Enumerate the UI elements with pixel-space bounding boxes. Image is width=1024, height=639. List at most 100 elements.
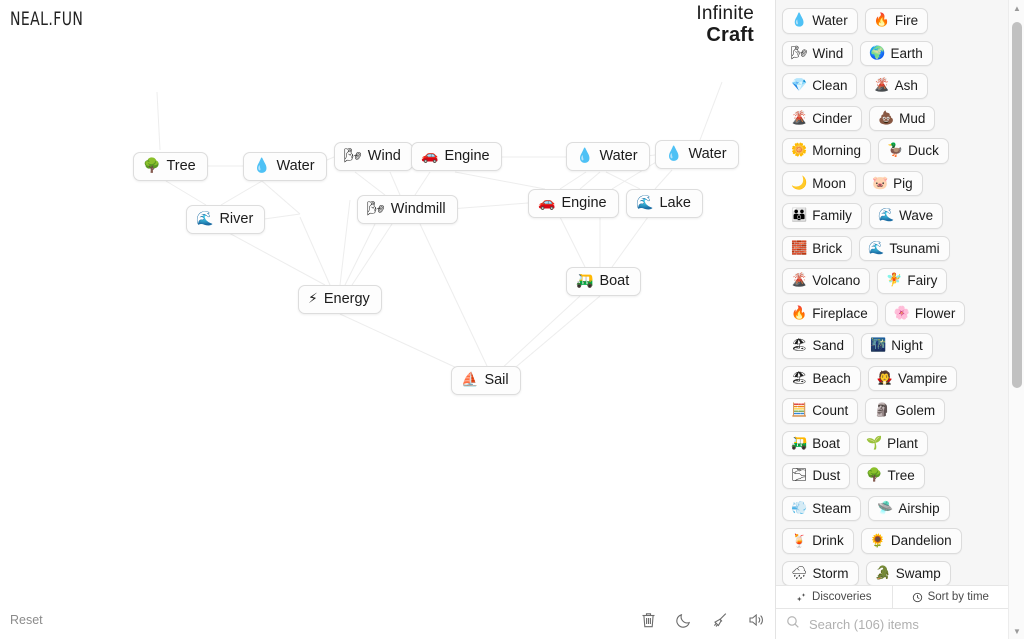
canvas-node[interactable]: 🌊 Lake — [626, 189, 703, 218]
sidebar-item[interactable]: 🌼 Morning — [782, 138, 871, 164]
sidebar-item[interactable]: 🔥 Fireplace — [782, 300, 878, 327]
item-emoji-icon: 🔥 — [791, 305, 808, 321]
scrollbar-thumb[interactable] — [1012, 22, 1022, 388]
item-emoji-icon: 🍹 — [791, 533, 808, 549]
page-title: Infinite Craft — [696, 4, 754, 45]
node-label: Energy — [323, 291, 370, 307]
sidebar-item[interactable]: 🏖 Sand — [782, 333, 855, 359]
node-label: Boat — [599, 273, 630, 289]
item-label: Swamp — [895, 565, 941, 581]
item-label: Wave — [899, 208, 934, 224]
search-bar[interactable] — [776, 608, 1008, 639]
item-emoji-icon: 🏖 — [791, 338, 808, 354]
neal-fun-brand[interactable]: NEAL.FUN — [10, 8, 83, 30]
sidebar-item[interactable]: 🌧 Storm — [782, 560, 859, 585]
item-label: Morning — [812, 143, 861, 159]
canvas-node[interactable]: 💧 Water — [243, 152, 327, 181]
node-label: Lake — [659, 195, 691, 211]
canvas-node[interactable]: 🌬 Windmill — [357, 195, 458, 224]
sidebar-item[interactable]: 💩 Mud — [868, 105, 936, 132]
sidebar-item[interactable]: 🌊 Wave — [868, 203, 944, 229]
node-emoji-icon: ⛵ — [461, 372, 479, 389]
discovered-items-list[interactable]: 💧 Water 🔥 Fire 🌬 Wind 🌍 Earth 💎 Clean 🌋 Ash 🌋 Cinder 💩… — [776, 0, 1008, 585]
item-emoji-icon: 🌸 — [893, 305, 910, 321]
item-label: Duck — [908, 143, 939, 159]
sidebar-item[interactable]: 👪 Family — [782, 203, 862, 229]
item-emoji-icon: 💎 — [791, 78, 808, 94]
item-label: Flower — [914, 305, 956, 321]
sidebar-item[interactable]: 🌫 Dust — [782, 463, 851, 489]
scroll-up-arrow[interactable]: ▲ — [1009, 0, 1024, 16]
scroll-down-arrow[interactable]: ▼ — [1009, 623, 1024, 639]
item-emoji-icon: 🌧 — [791, 566, 808, 582]
item-emoji-icon: 👪 — [791, 208, 808, 224]
sidebar-item[interactable]: 🔥 Fire — [864, 8, 929, 34]
item-emoji-icon: 🏖 — [791, 370, 808, 386]
sidebar-item[interactable]: 🌍 Earth — [860, 40, 933, 67]
sidebar-item[interactable]: 🍹 Drink — [782, 528, 854, 554]
item-emoji-icon: 🛸 — [877, 500, 894, 516]
item-label: Wind — [812, 45, 844, 61]
sidebar-item[interactable]: 🧚 Fairy — [877, 268, 948, 294]
sidebar-item[interactable]: 💧 Water — [782, 8, 858, 34]
sidebar-item[interactable]: 🧛 Vampire — [867, 365, 958, 392]
clock-icon — [912, 592, 923, 603]
canvas-node[interactable]: ⛵ Sail — [451, 366, 521, 395]
canvas-node[interactable]: 🌬 Wind — [334, 142, 413, 171]
sidebar-item[interactable]: 🌊 Tsunami — [859, 235, 950, 262]
sidebar-item[interactable]: 🐷 Pig — [862, 170, 923, 197]
canvas-node[interactable]: 💧 Water — [566, 142, 650, 171]
sidebar-item[interactable]: 🌳 Tree — [857, 463, 925, 489]
sidebar-item[interactable]: 🧮 Count — [782, 398, 859, 424]
item-emoji-icon: 💩 — [877, 110, 895, 126]
sidebar-item[interactable]: 🌋 Volcano — [782, 268, 871, 294]
trash-icon[interactable] — [637, 609, 659, 631]
canvas-node[interactable]: 🌊 River — [186, 205, 266, 234]
moon-icon[interactable] — [673, 609, 695, 631]
sidebar-item[interactable]: 🌋 Ash — [864, 73, 928, 99]
sidebar-item[interactable]: 🛸 Airship — [868, 495, 950, 522]
sidebar-item[interactable]: 🌻 Dandelion — [860, 528, 962, 554]
sidebar-item[interactable]: 💎 Clean — [782, 73, 858, 99]
broom-icon[interactable] — [709, 609, 731, 631]
canvas-node[interactable]: ⚡ Energy — [298, 285, 382, 314]
node-emoji-icon: ⚡ — [308, 291, 318, 308]
sidebar-item[interactable]: 🌬 Wind — [782, 40, 854, 67]
canvas-node[interactable]: 🛺 Boat — [566, 267, 642, 296]
sound-icon[interactable] — [745, 609, 767, 631]
reset-button[interactable]: Reset — [10, 613, 43, 627]
sidebar-item[interactable]: 🐊 Swamp — [865, 560, 951, 585]
node-emoji-icon: 🌬 — [367, 201, 385, 218]
node-emoji-icon: 🚗 — [421, 148, 439, 165]
item-emoji-icon: 💧 — [791, 13, 808, 29]
sidebar-item[interactable]: 💨 Steam — [782, 495, 862, 522]
page-scrollbar[interactable]: ▲ ▼ — [1008, 0, 1024, 639]
sidebar-item[interactable]: 🏖 Beach — [782, 365, 861, 392]
item-emoji-icon: 🌙 — [791, 175, 808, 191]
tab-sort-by-time[interactable]: Sort by time — [891, 586, 1009, 608]
sidebar-item[interactable]: 🛺 Boat — [782, 430, 850, 457]
item-label: Plant — [887, 435, 918, 451]
item-emoji-icon: 🌫 — [791, 468, 808, 484]
sidebar-item[interactable]: 🌱 Plant — [856, 430, 928, 457]
sidebar-item[interactable]: 🌋 Cinder — [782, 105, 862, 132]
canvas-node[interactable]: 🚗 Engine — [411, 142, 502, 171]
sidebar-item[interactable]: 🌸 Flower — [884, 300, 966, 327]
sidebar-item[interactable]: 🦆 Duck — [877, 138, 949, 164]
item-emoji-icon: 🧮 — [791, 403, 808, 419]
item-label: Pig — [893, 175, 913, 191]
sidebar-item[interactable]: 🧱 Brick — [782, 235, 853, 262]
sidebar-item[interactable]: 🗿 Golem — [865, 398, 946, 424]
canvas-node[interactable]: 🚗 Engine — [528, 189, 619, 218]
node-emoji-icon: 💧 — [576, 148, 594, 165]
item-label: Airship — [898, 500, 940, 516]
crafting-canvas[interactable]: NEAL.FUN Infinite Craft 🌳 Tree 💧 Water 🌬 Wind… — [0, 0, 775, 639]
canvas-node[interactable]: 💧 Water — [655, 140, 739, 169]
sidebar-item[interactable]: 🌃 Night — [861, 333, 933, 359]
tab-discoveries[interactable]: Discoveries — [776, 586, 892, 608]
node-label: Wind — [367, 148, 401, 164]
search-input[interactable] — [807, 615, 998, 633]
sidebar-item[interactable]: 🌙 Moon — [782, 170, 856, 197]
canvas-node[interactable]: 🌳 Tree — [133, 152, 208, 181]
node-label: Engine — [444, 148, 490, 164]
